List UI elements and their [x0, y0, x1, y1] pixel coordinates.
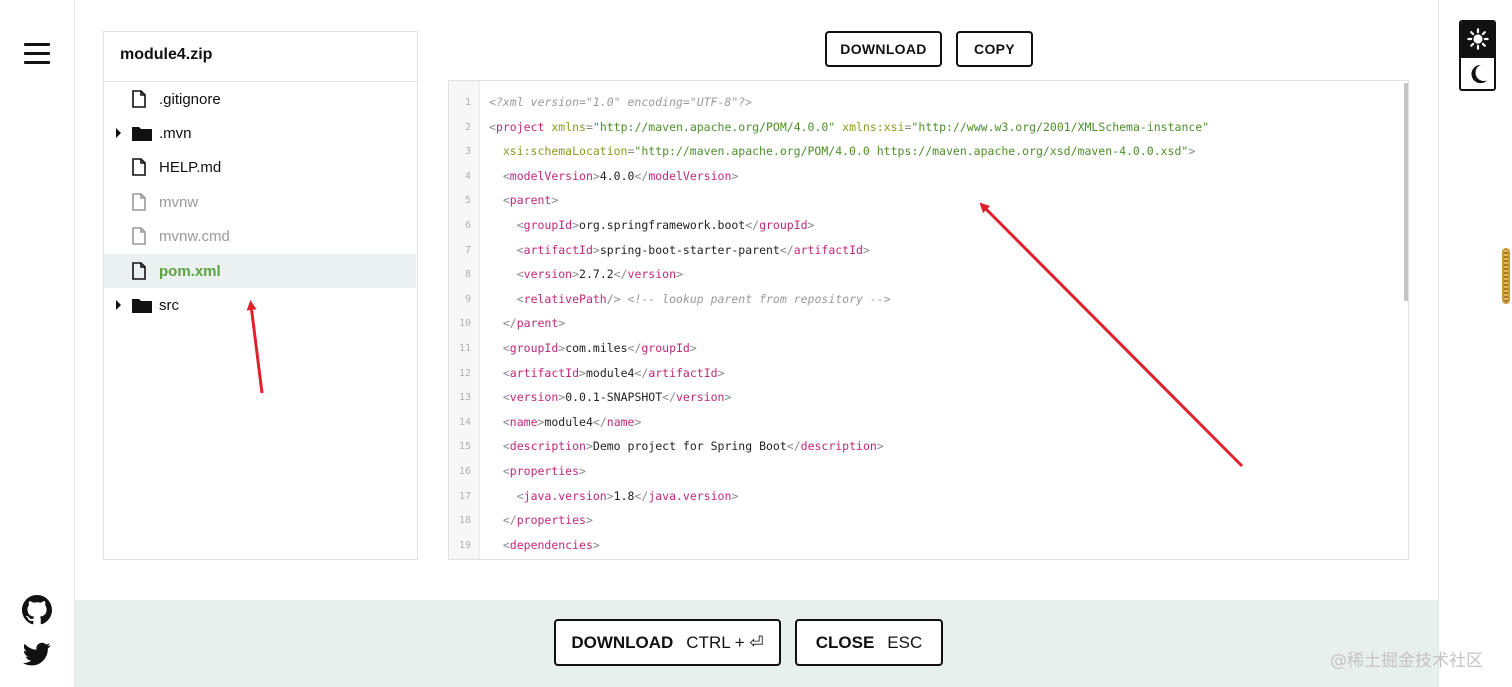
code-line: <version>0.0.1-SNAPSHOT</version>: [502, 390, 732, 405]
code-line: <java.version>1.8</java.version>: [516, 488, 739, 503]
footer-download-label: DOWNLOAD: [571, 632, 674, 652]
code-line: <relativePath/> <!-- lookup parent from …: [516, 291, 891, 306]
code-line: xsi:schemaLocation="http://maven.apache.…: [502, 144, 1196, 159]
folder-icon: [132, 298, 152, 317]
tree-item-label: mvnw.cmd: [159, 227, 230, 245]
close-button[interactable]: CLOSE ESC: [795, 619, 943, 666]
line-number: 5: [464, 195, 471, 207]
line-number: 3: [464, 146, 471, 158]
line-number: 8: [464, 269, 471, 281]
archive-title: module4.zip: [104, 32, 417, 82]
tree-item-mvnw-cmd[interactable]: mvnw.cmd: [104, 219, 416, 253]
line-number: 2: [464, 121, 471, 133]
line-number: 18: [458, 515, 471, 527]
tree-item-pom-xml[interactable]: pom.xml: [104, 254, 416, 288]
line-number: 16: [458, 466, 471, 477]
watermark: @稀土掘金技术社区: [1330, 651, 1483, 671]
tree-item-label: .mvn: [159, 124, 192, 142]
code-line: <dependencies>: [502, 537, 600, 552]
footer-download-button[interactable]: DOWNLOAD CTRL + ⏎: [554, 619, 781, 666]
file-icon: [132, 227, 146, 249]
download-shortcut-hint: CTRL + ⏎: [686, 632, 764, 652]
twitter-icon[interactable]: [22, 640, 52, 670]
download-button[interactable]: DOWNLOAD: [825, 31, 942, 67]
tree-item-label: mvnw: [159, 193, 199, 211]
left-rail: [0, 0, 75, 687]
tree-item-mvn[interactable]: .mvn: [104, 116, 416, 150]
code-line: <name>module4</name>: [502, 414, 642, 429]
tree-item-label: HELP.md: [159, 158, 222, 176]
code-line: <parent>: [502, 193, 559, 208]
file-icon: [132, 193, 146, 215]
copy-button[interactable]: COPY: [956, 31, 1033, 67]
line-number: 4: [464, 170, 471, 182]
close-label: CLOSE: [815, 632, 875, 652]
line-number: 14: [458, 416, 471, 428]
code-scrollbar[interactable]: [1404, 83, 1408, 301]
code-line: <artifactId>module4</artifactId>: [502, 365, 725, 380]
code-line: <groupId>com.miles</groupId>: [502, 341, 697, 355]
tree-item-label: .gitignore: [159, 90, 221, 108]
line-number: 19: [458, 539, 471, 551]
line-number: 12: [458, 367, 471, 379]
code-line: </properties>: [502, 513, 593, 528]
line-number: 1: [464, 97, 471, 108]
theme-switcher: [1459, 20, 1496, 91]
menu-icon[interactable]: [24, 43, 50, 65]
tree-item-src[interactable]: src: [104, 288, 416, 322]
moon-icon[interactable]: [1461, 56, 1494, 89]
code-line: <modelVersion>4.0.0</modelVersion>: [502, 168, 739, 183]
file-icon: [132, 158, 146, 180]
chevron-right-icon[interactable]: [116, 128, 121, 138]
tree-item-gitignore[interactable]: .gitignore: [104, 82, 416, 116]
line-number: 6: [464, 220, 471, 231]
page-scrollbar-thumb[interactable]: [1502, 248, 1510, 304]
code-line: <properties>: [502, 464, 586, 478]
code-line: <groupId>org.springframework.boot</group…: [516, 218, 815, 232]
chevron-right-icon[interactable]: [116, 300, 121, 310]
tree-item-label: pom.xml: [159, 262, 221, 280]
code-line: <project xmlns="http://maven.apache.org/…: [489, 119, 1210, 134]
line-number: 10: [458, 318, 471, 330]
line-number: 7: [464, 244, 471, 256]
line-number: 15: [458, 441, 471, 453]
file-icon: [132, 262, 146, 284]
folder-icon: [132, 126, 152, 145]
code-line: <artifactId>spring-boot-starter-parent</…: [516, 242, 870, 257]
code-line: </parent>: [502, 316, 566, 331]
code-viewer[interactable]: 1 <?xml version="1.0" encoding="UTF-8"?> 2…: [448, 80, 1409, 560]
tree-item-help-md[interactable]: HELP.md: [104, 150, 416, 184]
code-line: <description>Demo project for Spring Boo…: [502, 439, 884, 454]
sun-icon[interactable]: [1461, 22, 1494, 56]
file-icon: [132, 90, 146, 112]
code-line: <?xml version="1.0" encoding="UTF-8"?>: [489, 95, 753, 109]
line-number: 11: [458, 343, 471, 354]
line-number: 17: [458, 490, 471, 502]
line-number: 13: [458, 392, 471, 404]
close-shortcut-hint: ESC: [887, 632, 923, 652]
tree-item-label: src: [159, 296, 179, 314]
right-rail: [1438, 0, 1512, 687]
tree-item-mvnw[interactable]: mvnw: [104, 185, 416, 219]
github-icon[interactable]: [22, 595, 52, 625]
code-line: <version>2.7.2</version>: [516, 267, 683, 282]
line-number: 9: [464, 293, 471, 305]
